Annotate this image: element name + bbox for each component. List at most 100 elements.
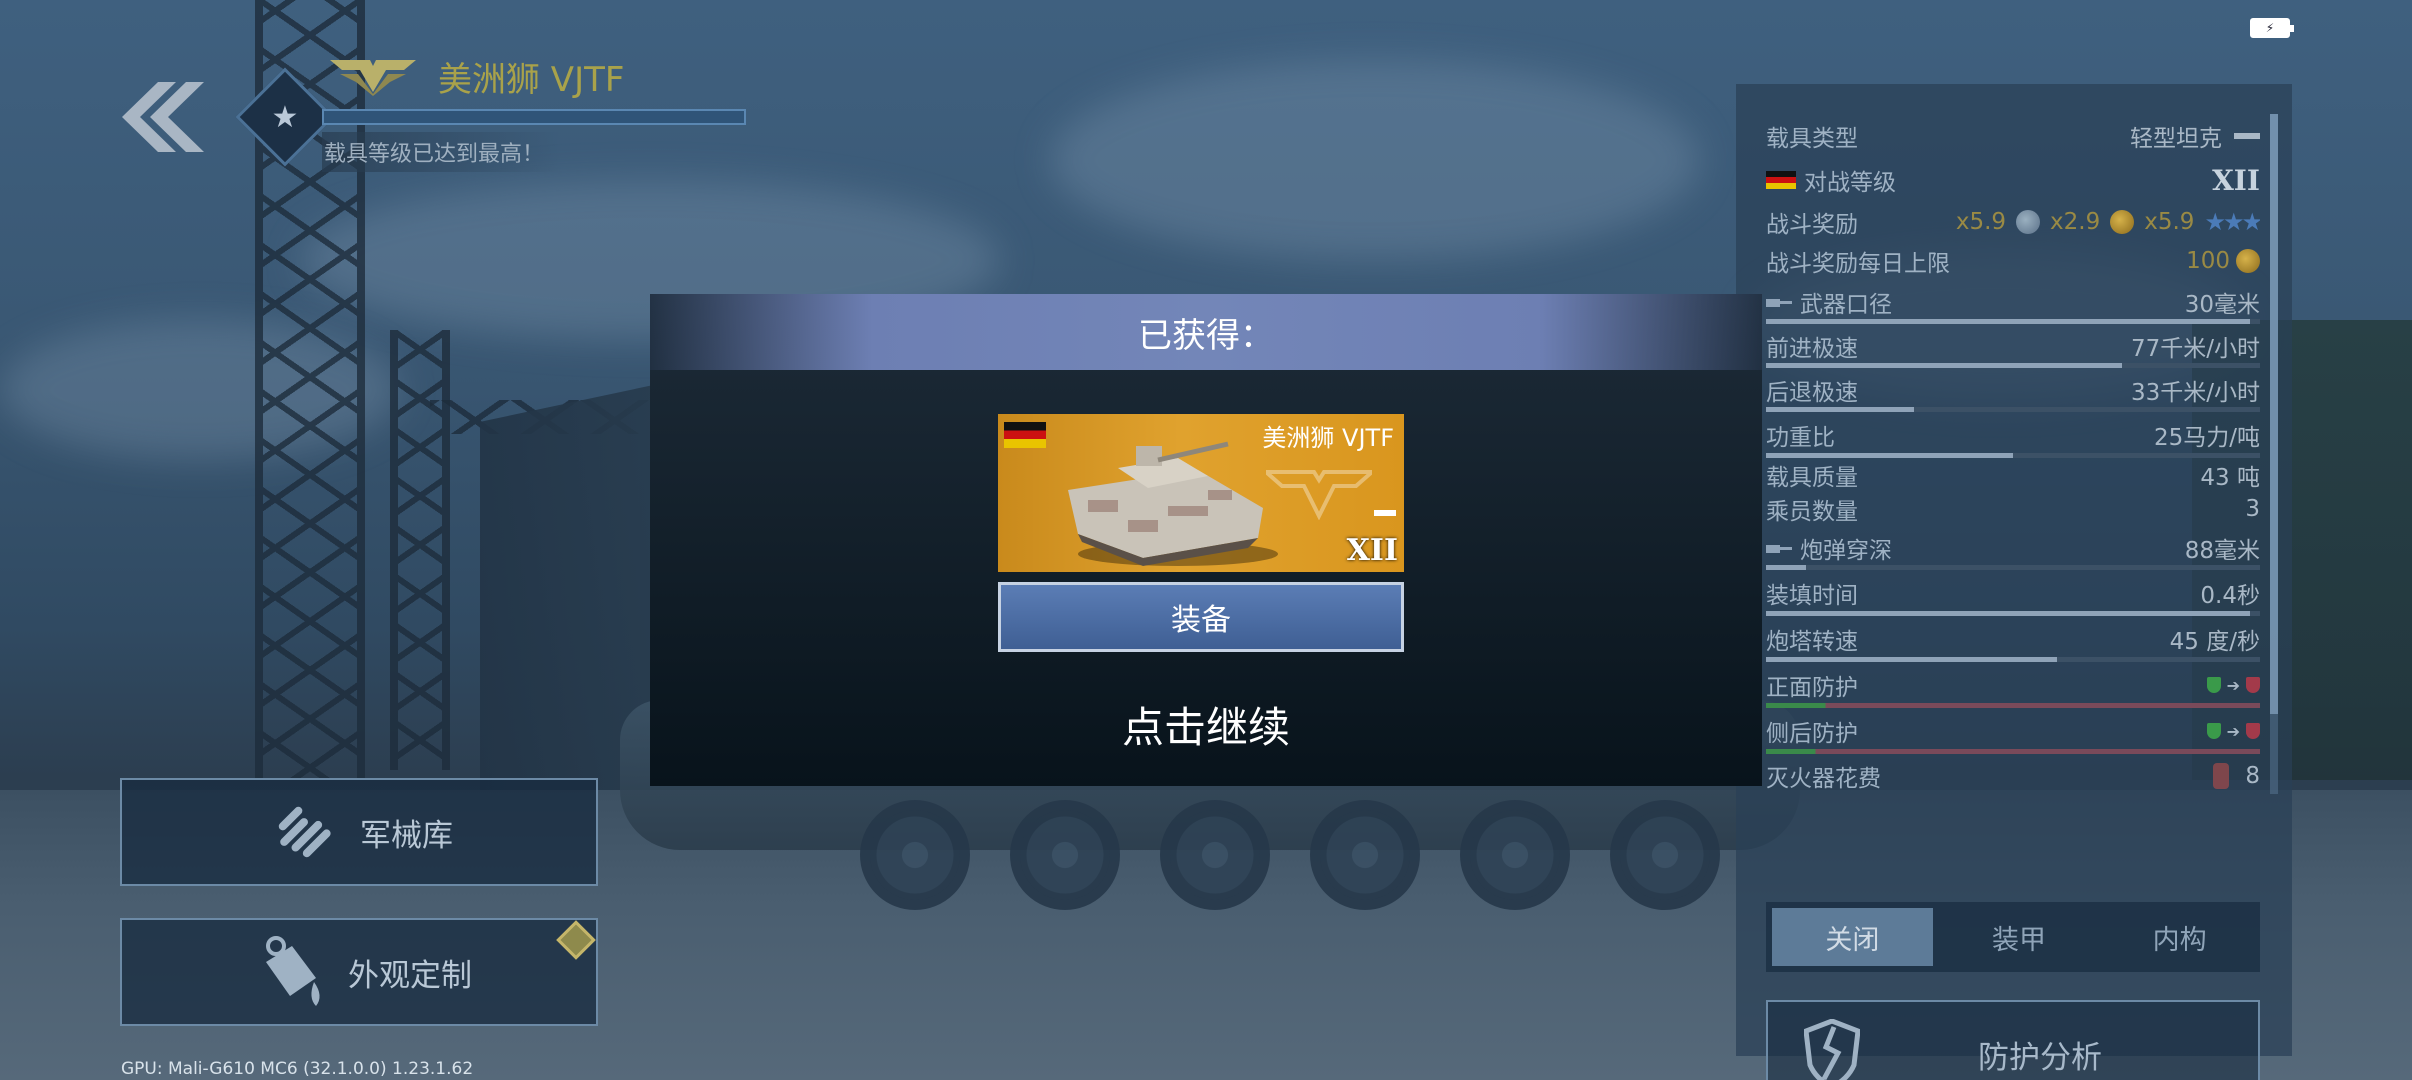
back-button[interactable] (118, 82, 204, 152)
stat-vehicle-type: 载具类型 轻型坦克 (1766, 114, 2260, 158)
customize-label: 外观定制 (348, 957, 472, 994)
stat-label: 战斗奖励 (1766, 212, 1858, 238)
stat-turret-rotation: 炮塔转速 45 度/秒 (1766, 616, 2260, 662)
rank-numeral: XII (2212, 163, 2260, 197)
double-chevron-left-icon (122, 82, 204, 152)
stat-forward-speed: 前进极速 77千米/小时 (1766, 324, 2260, 368)
light-tank-icon (2234, 133, 2260, 139)
tank-wheel (1460, 800, 1570, 910)
gpu-info: GPU: Mali-G610 MC6 (32.1.0.0) 1.23.1.62 (121, 1059, 474, 1079)
stat-value: 43 吨 (2200, 465, 2260, 491)
stat-value: 77千米/小时 (2130, 336, 2260, 362)
vehicle-level-progress (322, 109, 746, 125)
card-tier: XII (1346, 533, 1398, 568)
stat-value: 轻型坦克 (2130, 126, 2222, 152)
stat-value: 30毫米 (2184, 292, 2260, 318)
stat-daily-reward-cap: 战斗奖励每日上限 100 (1766, 242, 2260, 280)
stat-label: 载具类型 (1766, 126, 1858, 152)
armor-comparison-icon: ➔ (2206, 722, 2260, 741)
wings-emblem-icon (1266, 470, 1372, 520)
protection-analysis-button[interactable]: 防护分析 (1766, 1000, 2260, 1080)
stat-label: 炮弹穿深 (1800, 538, 1892, 564)
tank-image (1068, 441, 1278, 566)
light-tank-icon (1374, 510, 1396, 516)
stat-reverse-speed: 后退极速 33千米/小时 (1766, 368, 2260, 412)
germany-flag-icon (1766, 171, 1796, 189)
stat-value: 0.4秒 (2200, 583, 2260, 609)
reward-modal: 已获得： 美洲狮 VJTF XII 装备 点击继续 (650, 294, 1762, 786)
stat-label: 侧后防护 (1766, 721, 1858, 747)
stat-label: 对战等级 (1804, 170, 1896, 196)
gun-icon (1766, 299, 1792, 307)
wings-emblem-icon (330, 60, 416, 96)
stats-scrollbar[interactable] (2270, 114, 2278, 794)
stat-value: 3 (2245, 496, 2260, 522)
stat-value: 25马力/吨 (2153, 425, 2260, 451)
card-vehicle-name: 美洲狮 VJTF (1262, 424, 1394, 452)
stat-label: 灭火器花费 (1766, 766, 1881, 792)
stat-label: 战斗奖励每日上限 (1766, 251, 1950, 277)
view-mode-toggle: 关闭 装甲 内构 (1766, 902, 2260, 972)
new-item-diamond-icon (556, 920, 596, 960)
tank-wheel (1310, 800, 1420, 910)
research-multiplier: x5.9 (2144, 209, 2195, 235)
stat-label: 正面防护 (1766, 675, 1858, 701)
stat-label: 炮塔转速 (1766, 629, 1858, 655)
stat-label: 前进极速 (1766, 336, 1858, 362)
stat-penetration: 炮弹穿深 88毫米 (1766, 526, 2260, 570)
paint-bucket-icon (250, 932, 334, 1012)
stat-battle-reward: 战斗奖励 x5.9 x2.9 x5.9 ★★★ (1766, 202, 2260, 242)
tap-to-continue[interactable]: 点击继续 (650, 694, 1762, 755)
germany-flag-icon (1004, 422, 1046, 448)
stat-mass: 载具质量 43 吨 (1766, 458, 2260, 492)
stats-panel: 载具类型 轻型坦克 对战等级 XII 战斗奖励 x5.9 x2.9 x5.9 ★… (1736, 84, 2292, 1080)
arsenal-label: 军械库 (360, 817, 453, 854)
stat-crew: 乘员数量 3 (1766, 492, 2260, 526)
vehicle-card[interactable]: 美洲狮 VJTF XII (998, 414, 1404, 572)
stat-label: 乘员数量 (1766, 499, 1858, 525)
stat-label: 后退极速 (1766, 380, 1858, 406)
stats-list[interactable]: 载具类型 轻型坦克 对战等级 XII 战斗奖励 x5.9 x2.9 x5.9 ★… (1766, 114, 2260, 872)
stat-label: 武器口径 (1800, 292, 1892, 318)
protection-analysis-label: 防护分析 (1978, 1039, 2102, 1076)
fire-extinguisher-icon (2213, 763, 2230, 789)
gun-icon (1766, 545, 1792, 553)
star-icon: ★ (271, 99, 299, 135)
stat-label: 载具质量 (1766, 465, 1858, 491)
modal-title: 已获得： (650, 294, 1762, 370)
stat-battle-rating: 对战等级 XII (1766, 158, 2260, 202)
stat-label: 功重比 (1766, 425, 1835, 451)
stat-value: 100 (2186, 248, 2230, 274)
stat-label: 装填时间 (1766, 583, 1858, 609)
stat-power-ratio: 功重比 25马力/吨 (1766, 412, 2260, 458)
silver-multiplier: x5.9 (1955, 209, 2007, 235)
ammo-icon (262, 792, 346, 872)
cloud (1050, 60, 1700, 260)
stat-value: 8 (2245, 763, 2260, 789)
toggle-off[interactable]: 关闭 (1772, 908, 1933, 966)
stat-value: 33千米/小时 (2130, 380, 2260, 406)
toggle-internals[interactable]: 内构 (2099, 902, 2260, 972)
battery-icon: ⚡ (2250, 18, 2294, 38)
stat-front-armor: 正面防护 ➔ (1766, 662, 2260, 708)
gold-coin-icon (2110, 210, 2135, 234)
gold-coin-icon (2236, 249, 2260, 273)
stat-value: 88毫米 (2184, 538, 2260, 564)
equip-button[interactable]: 装备 (998, 582, 1404, 652)
customize-button[interactable]: 外观定制 (120, 918, 598, 1026)
light-tower (390, 330, 450, 770)
tank-wheel (1010, 800, 1120, 910)
tank-wheel (1610, 800, 1720, 910)
silver-coin-icon (2016, 210, 2041, 234)
research-stars-icon: ★★★ (2204, 208, 2260, 236)
arsenal-button[interactable]: 军械库 (120, 778, 598, 886)
level-note: 载具等级已达到最高！ (322, 132, 561, 172)
stat-value: 45 度/秒 (2169, 629, 2260, 655)
stat-extinguisher-cost: 灭火器花费 8 (1766, 754, 2260, 798)
stat-side-armor: 侧后防护 ➔ (1766, 708, 2260, 754)
armor-comparison-icon: ➔ (2206, 676, 2260, 695)
stat-caliber: 武器口径 30毫米 (1766, 280, 2260, 324)
toggle-armor[interactable]: 装甲 (1939, 902, 2100, 972)
vehicle-name: 美洲狮 VJTF (438, 60, 625, 100)
stat-reload: 装填时间 0.4秒 (1766, 570, 2260, 616)
